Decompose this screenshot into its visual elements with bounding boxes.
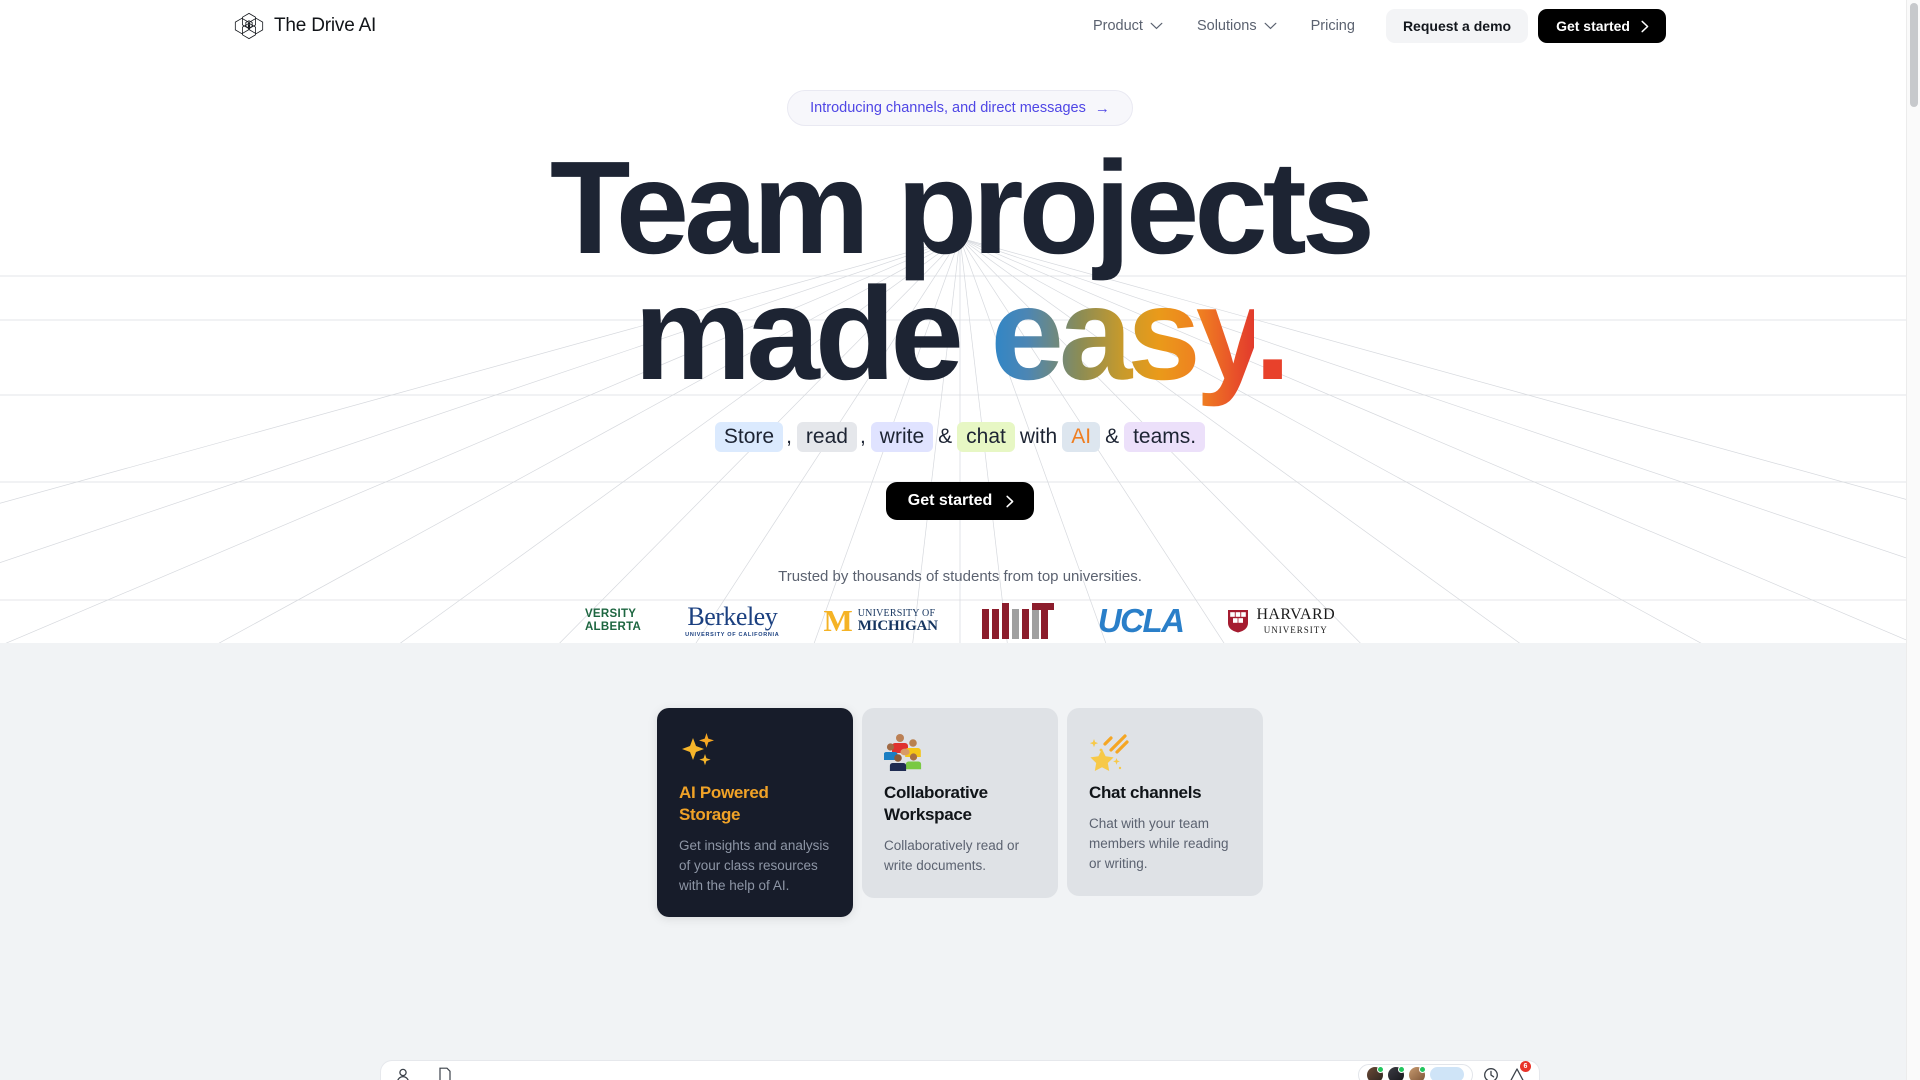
alberta-line-2: ALBERTA xyxy=(584,621,642,634)
feature-card-chat-channels[interactable]: Chat channels Chat with your team member… xyxy=(1067,708,1263,896)
nav-item-pricing[interactable]: Pricing xyxy=(1294,10,1372,42)
hexagonal-cluster-icon xyxy=(234,12,264,40)
logo-university-of-michigan: M UNIVERSITY OF MICHIGAN xyxy=(823,601,938,641)
brand-logo[interactable]: The Drive AI xyxy=(234,11,376,41)
feature-card-body: Collaboratively read or write documents. xyxy=(884,837,1020,873)
logo-harvard: HARVARD UNIVERSITY xyxy=(1227,601,1335,641)
page-scrollbar[interactable] xyxy=(1906,0,1920,1080)
shooting-star-icon xyxy=(1089,732,1241,774)
headline-line-2: made easy. xyxy=(0,268,1920,400)
hero-subtitle: Store, read, write & chat with AI & teams. xyxy=(0,422,1920,453)
berkeley-subtext: UNIVERSITY OF CALIFORNIA xyxy=(685,632,780,639)
feature-card-title: Chat channels xyxy=(1089,783,1202,803)
subtitle-chip: chat xyxy=(957,422,1015,453)
mit-wordmark xyxy=(981,603,1054,640)
ucla-wordmark: UCLA xyxy=(1097,602,1185,640)
hero-get-started-label: Get started xyxy=(907,492,993,510)
feature-card-list: AI Powered Storage Get insights and anal… xyxy=(0,708,1920,918)
berkeley-wordmark: Berkeley xyxy=(687,602,778,632)
brand-name: The Drive AI xyxy=(274,15,377,36)
nav-item-pricing-label: Pricing xyxy=(1310,18,1355,34)
people-hugging-icon xyxy=(884,732,1036,774)
header-actions: Request a demo Get started xyxy=(1385,9,1666,43)
harvard-line-1: HARVARD xyxy=(1256,606,1336,624)
feature-card-collaborative-workspace[interactable]: Collaborative Workspace Collaboratively … xyxy=(862,708,1058,898)
michigan-block-m: M xyxy=(823,602,853,638)
logo-university-of-alberta: VERSITY ALBERTA xyxy=(585,601,641,641)
hero-cta-wrap: Get started xyxy=(0,482,1920,521)
subtitle-chip: read xyxy=(796,422,857,453)
headline-period: . xyxy=(1254,260,1291,408)
page-title: Team projects made easy. xyxy=(0,142,1920,400)
chevron-right-icon xyxy=(1641,20,1649,32)
header-get-started-button[interactable]: Get started xyxy=(1538,9,1666,43)
headline-accent-word: easy xyxy=(990,260,1259,408)
nav-item-solutions-label: Solutions xyxy=(1196,18,1257,34)
subtitle-chip: AI xyxy=(1062,422,1101,453)
harvard-line-2: UNIVERSITY xyxy=(1263,625,1328,636)
feature-card-title: AI Powered Storage xyxy=(679,783,769,824)
logo-mit xyxy=(981,601,1054,641)
nav-item-solutions[interactable]: Solutions xyxy=(1180,10,1294,42)
arrow-right-icon: → xyxy=(1094,99,1110,117)
subtitle-text: with xyxy=(1019,425,1058,449)
headline-line-1: Team projects xyxy=(549,134,1375,281)
feature-card-title: Collaborative Workspace xyxy=(884,783,988,824)
feature-card-body: Get insights and analysis of your class … xyxy=(679,837,830,893)
nav-item-product-label: Product xyxy=(1092,18,1143,34)
announcement-badge-label: Introducing channels, and direct message… xyxy=(810,100,1086,116)
announcement-badge[interactable]: Introducing channels, and direct message… xyxy=(787,90,1133,126)
sparkles-icon xyxy=(679,732,831,774)
chevron-right-icon xyxy=(1006,495,1014,507)
scrollbar-thumb[interactable] xyxy=(1910,3,1918,107)
subtitle-chip: write xyxy=(870,422,934,453)
main-navigation: Product Solutions Pricing Request a demo… xyxy=(1076,9,1666,43)
chevron-down-icon xyxy=(1264,22,1277,30)
hero-get-started-button[interactable]: Get started xyxy=(885,482,1035,521)
feature-card-ai-powered-storage[interactable]: AI Powered Storage Get insights and anal… xyxy=(657,708,853,918)
header-get-started-label: Get started xyxy=(1556,18,1630,34)
subtitle-text: & xyxy=(1105,425,1120,449)
headline-prefix: made xyxy=(633,260,991,408)
site-header: The Drive AI Product Solutions Pricing R… xyxy=(0,0,1920,52)
harvard-shield-icon xyxy=(1228,610,1249,633)
university-logos: VERSITY ALBERTA Berkeley UNIVERSITY OF C… xyxy=(0,599,1920,643)
logo-berkeley: Berkeley UNIVERSITY OF CALIFORNIA xyxy=(685,601,779,641)
social-proof-text: Trusted by thousands of students from to… xyxy=(778,568,1142,586)
subtitle-text: & xyxy=(938,425,953,449)
chevron-down-icon xyxy=(1150,22,1163,30)
subtitle-punctuation: , xyxy=(859,425,866,449)
feature-card-body: Chat with your team members while readin… xyxy=(1089,815,1229,871)
landing-page: The Drive AI Product Solutions Pricing R… xyxy=(0,0,1920,1080)
nav-item-product[interactable]: Product xyxy=(1076,10,1180,42)
features-section: AI Powered Storage Get insights and anal… xyxy=(0,643,1920,1080)
request-demo-button[interactable]: Request a demo xyxy=(1385,9,1529,43)
subtitle-chip: teams. xyxy=(1124,422,1206,453)
hero-section: Introducing channels, and direct message… xyxy=(0,52,1920,643)
michigan-line-2: MICHIGAN xyxy=(857,618,938,635)
subtitle-chip: Store xyxy=(714,422,784,453)
logo-ucla: UCLA xyxy=(1097,601,1185,641)
alberta-line-1: VERSITY xyxy=(584,608,637,621)
subtitle-punctuation: , xyxy=(786,425,792,449)
